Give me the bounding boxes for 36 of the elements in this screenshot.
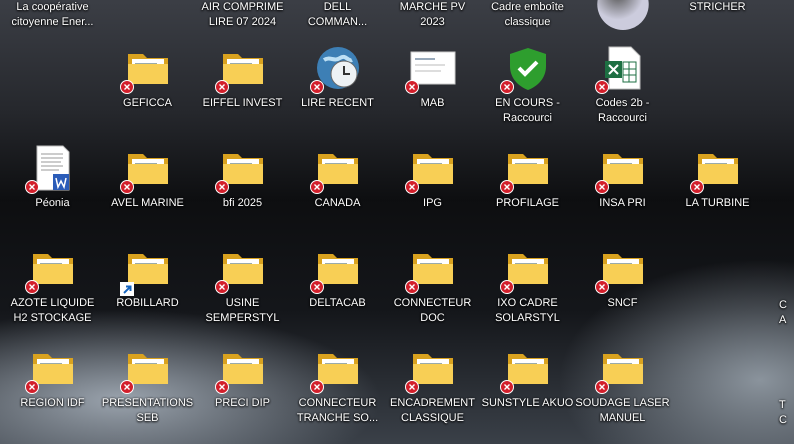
icon-label[interactable]: REGION IDF (20, 396, 85, 411)
icon-label[interactable]: Cadre emboîte classique (491, 0, 564, 30)
icon-label[interactable]: SUNSTYLE AKUO (482, 396, 574, 411)
icon-label[interactable]: DELL COMMAN... (308, 0, 368, 30)
icon-label[interactable]: IPG (423, 196, 442, 211)
icon-label[interactable]: MARCHE PV 2023 (400, 0, 466, 30)
icon-label[interactable]: PROFILAGE (496, 196, 559, 211)
icon-label[interactable]: PRECI DIP (214, 396, 270, 411)
glass-orb-icon[interactable] (596, 0, 648, 30)
icon-label[interactable]: LIRE RECENT (301, 96, 374, 111)
icon-label[interactable]: CONNECTEUR TRANCHE SO... (296, 396, 378, 426)
icon-label[interactable]: USINE SEMPERSTYL (206, 296, 280, 326)
icon-label[interactable]: GEFICCA (123, 96, 172, 111)
icon-label[interactable]: MAB (420, 96, 444, 111)
icon-label[interactable]: T C (779, 398, 787, 428)
icon-label[interactable]: EN COURS - Raccourci (495, 96, 560, 126)
icon-label[interactable]: AIR COMPRIME LIRE 07 2024 (202, 0, 284, 30)
icon-label[interactable]: STRICHER (689, 0, 746, 15)
icon-label[interactable]: La coopérative citoyenne Ener... (12, 0, 94, 30)
icon-label[interactable]: Péonia (35, 196, 70, 211)
icon-label[interactable]: Codes 2b - Raccourci (596, 96, 650, 126)
icon-label[interactable]: DELTACAB (309, 296, 366, 311)
icon-label[interactable]: AZOTE LIQUIDE H2 STOCKAGE (10, 296, 94, 326)
icon-label[interactable]: EIFFEL INVEST (202, 96, 282, 111)
icon-label[interactable]: IXO CADRE SOLARSTYL (495, 296, 560, 326)
icon-label[interactable]: SNCF (608, 296, 638, 311)
icon-label[interactable]: AVEL MARINE (111, 196, 184, 211)
icon-label[interactable]: ENCADREMENT CLASSIQUE (390, 396, 475, 426)
icon-label[interactable]: CANADA (314, 196, 360, 211)
icon-label[interactable]: C A (779, 298, 787, 328)
icon-label[interactable]: SOUDAGE LASER MANUEL (575, 396, 670, 426)
icon-label[interactable]: LA TURBINE (686, 196, 750, 211)
icon-label[interactable]: CONNECTEUR DOC (394, 296, 472, 326)
icon-label[interactable]: bfi 2025 (222, 196, 262, 211)
icon-label[interactable]: INSA PRI (599, 196, 646, 211)
icon-label[interactable]: ROBILLARD (116, 296, 179, 311)
